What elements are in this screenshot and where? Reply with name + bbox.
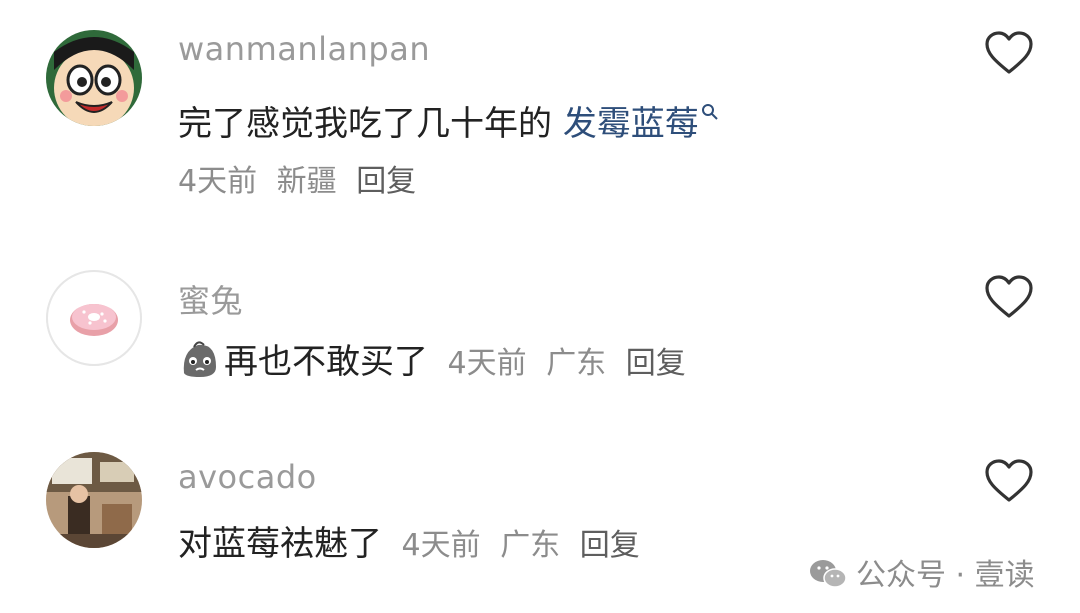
search-link[interactable]: 发霉蓝莓 [563,104,699,144]
comment-text-body: 完了感觉我吃了几十年的 [178,104,552,144]
heart-icon [985,275,1033,318]
cartoon-face-avatar-icon [46,30,142,126]
comment-text: 对蓝莓祛魅了 4天前 广东 回复 [178,516,650,565]
comment-location: 广东 [500,528,561,563]
avatar[interactable] [46,270,142,366]
comment-time: 4天前 [178,164,258,199]
reply-button[interactable]: 回复 [626,346,686,381]
comment-username[interactable]: avocado [178,458,317,496]
comment-username[interactable]: 蜜兔 [178,276,243,322]
comment-meta: 4天前 广东 回复 [438,346,696,381]
comment-time: 4天前 [447,346,527,381]
heart-icon [985,459,1033,502]
wechat-icon [808,557,848,599]
search-icon[interactable] [701,90,719,130]
comment-location: 广东 [546,346,607,381]
watermark: 公众号 · 壹读 [808,550,1035,599]
avatar[interactable] [46,30,142,126]
reply-button[interactable]: 回复 [356,164,416,199]
comment-meta: 4天前 新疆 回复 [178,156,426,200]
comment-text-body: 再也不敢买了 [224,342,428,382]
avatar[interactable] [46,452,142,548]
like-button[interactable] [984,274,1034,320]
comment-text: 再也不敢买了 4天前 广东 回复 [178,334,696,388]
heart-icon [985,31,1033,74]
comment-location: 新疆 [276,164,337,199]
watermark-text: 公众号 · 壹读 [856,558,1035,593]
comment-username[interactable]: wanmanlanpan [178,30,430,68]
comment-text-body: 对蓝莓祛魅了 [178,524,382,564]
comment-meta: 4天前 广东 回复 [392,528,650,563]
photo-avatar-icon [46,452,142,548]
comment-time: 4天前 [401,528,481,563]
reply-button[interactable]: 回复 [580,528,640,563]
sad-face-emoji-icon [178,337,220,388]
comment-text: 完了感觉我吃了几十年的 发霉蓝莓 [178,90,719,145]
like-button[interactable] [984,30,1034,76]
like-button[interactable] [984,458,1034,504]
donut-avatar-icon [46,270,142,366]
